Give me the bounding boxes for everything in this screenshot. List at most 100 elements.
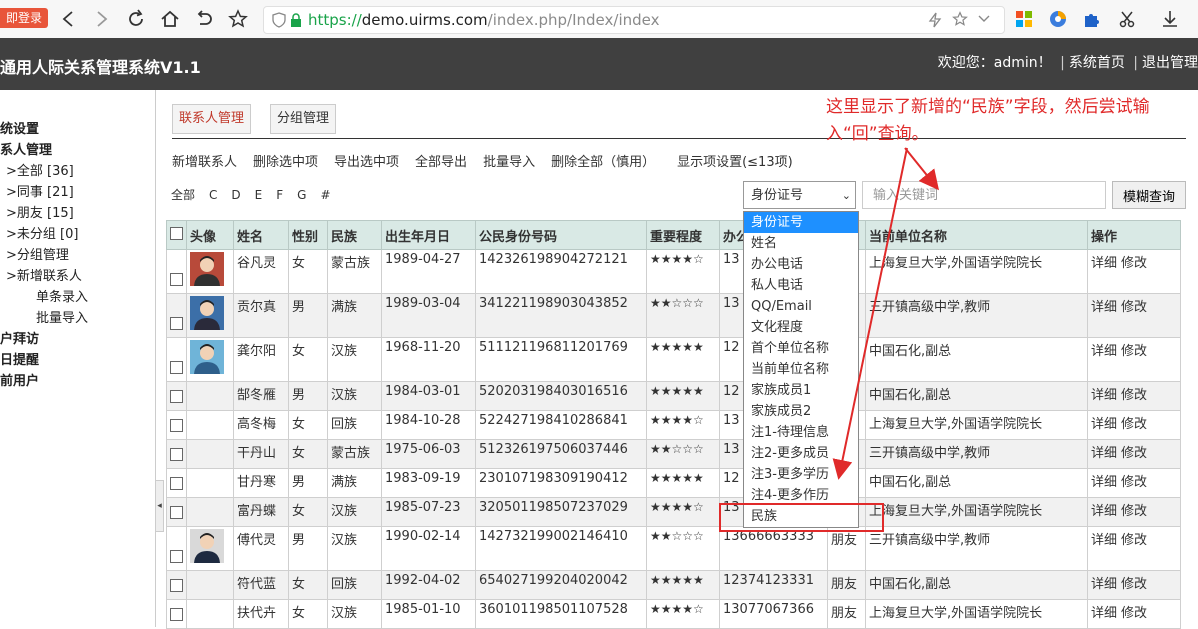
tab-contact-management[interactable]: 联系人管理 — [172, 104, 252, 134]
address-bar[interactable]: https://demo.uirms.com/index.php/Index/i… — [263, 6, 1005, 34]
quick-login-badge[interactable]: 即登录 — [0, 8, 49, 28]
letter-filter-item[interactable]: 全部 — [171, 188, 195, 202]
edit-link[interactable]: 修改 — [1121, 577, 1147, 592]
toolbar-action[interactable]: 显示项设置(≤13项) — [677, 155, 793, 170]
lightning-icon[interactable] — [928, 12, 942, 32]
dropdown-option[interactable]: 注2-更多成员 — [744, 443, 858, 464]
detail-link[interactable]: 详细 — [1091, 504, 1117, 519]
row-checkbox[interactable] — [170, 419, 183, 432]
table-row[interactable]: 龚尔阳女汉族 1968-11-20 511121196811201769 ★★★★★ 1… — [166, 337, 1181, 382]
puzzle-icon[interactable] — [1080, 7, 1104, 31]
toolbar-action[interactable]: 新增联系人 — [172, 155, 237, 170]
letter-filter-item[interactable]: # — [320, 188, 330, 202]
windows-apps-icon[interactable] — [1012, 7, 1036, 31]
chevron-down-icon[interactable] — [978, 13, 990, 28]
sidebar-item[interactable]: 日提醒 — [0, 349, 39, 368]
dropdown-option[interactable]: 私人电话 — [744, 275, 858, 296]
row-checkbox[interactable] — [170, 390, 183, 403]
row-checkbox[interactable] — [170, 477, 183, 490]
letter-filter-item[interactable]: E — [255, 188, 263, 202]
sidebar-item[interactable]: 统设置 — [0, 118, 39, 137]
favorite-icon[interactable] — [952, 11, 968, 31]
forward-icon[interactable] — [90, 7, 114, 31]
sidebar-item[interactable]: 批量导入 — [36, 307, 88, 326]
dropdown-option[interactable]: 文化程度 — [744, 317, 858, 338]
bookmark-star-icon[interactable] — [226, 7, 250, 31]
col-name[interactable]: 姓名 — [233, 220, 289, 250]
dropdown-option[interactable]: 注1-待理信息 — [744, 422, 858, 443]
sidebar-item[interactable]: 系人管理 — [0, 139, 52, 158]
logout-link[interactable]: 退出管理 — [1142, 55, 1198, 71]
dropdown-option[interactable]: 办公电话 — [744, 254, 858, 275]
sidebar-item[interactable]: >未分组 [0] — [6, 223, 78, 242]
edit-link[interactable]: 修改 — [1121, 256, 1147, 271]
sidebar-item[interactable]: >朋友 [15] — [6, 202, 74, 221]
sidebar-item[interactable]: 前用户 — [0, 370, 39, 389]
detail-link[interactable]: 详细 — [1091, 256, 1117, 271]
sidebar-item[interactable]: >同事 [21] — [6, 181, 74, 200]
col-avatar[interactable]: 头像 — [186, 220, 234, 250]
edit-link[interactable]: 修改 — [1121, 504, 1147, 519]
dropdown-option[interactable]: 家族成员1 — [744, 380, 858, 401]
dropdown-option[interactable]: 注3-更多学历 — [744, 464, 858, 485]
fuzzy-search-button[interactable]: 模糊查询 — [1112, 181, 1186, 209]
detail-link[interactable]: 详细 — [1091, 446, 1117, 461]
row-checkbox[interactable] — [170, 448, 183, 461]
download-icon[interactable] — [1158, 7, 1182, 31]
row-checkbox[interactable] — [170, 506, 183, 519]
sidebar-item[interactable]: 单条录入 — [36, 286, 88, 305]
search-field-select[interactable]: 身份证号 ⌄ — [743, 181, 856, 209]
dropdown-option[interactable]: 姓名 — [744, 233, 858, 254]
table-row[interactable]: 扶代卉女汉族 1985-01-10 360101198501107528 ★★★★☆ 1… — [166, 599, 1181, 629]
col-sex[interactable]: 性别 — [288, 220, 328, 250]
table-row[interactable]: 贡尔真男满族 1989-03-04 341221198903043852 ★★☆☆☆ 1… — [166, 293, 1181, 338]
table-row[interactable]: 甘丹寒男满族 1983-09-19 230107198309190412 ★★★★★ 1… — [166, 468, 1181, 498]
toolbar-action[interactable]: 全部导出 — [415, 155, 467, 170]
detail-link[interactable]: 详细 — [1091, 577, 1117, 592]
sidebar-item[interactable]: 户拜访 — [0, 328, 39, 347]
sidebar-item[interactable]: >分组管理 — [6, 244, 69, 263]
keyword-input[interactable] — [862, 181, 1106, 209]
reload-icon[interactable] — [124, 7, 148, 31]
table-row[interactable]: 富丹蝶女汉族 1985-07-23 320501198507237029 ★★★★☆ 1… — [166, 497, 1181, 527]
col-id-number[interactable]: 公民身份号码 — [475, 220, 647, 250]
dropdown-option[interactable]: 身份证号 — [744, 212, 858, 233]
dropdown-option[interactable]: QQ/Email — [744, 296, 858, 317]
toolbar-action[interactable]: 批量导入 — [483, 155, 535, 170]
detail-link[interactable]: 详细 — [1091, 417, 1117, 432]
toolbar-action[interactable]: 删除选中项 — [253, 155, 318, 170]
col-importance[interactable]: 重要程度 — [646, 220, 720, 250]
undo-icon[interactable] — [192, 7, 216, 31]
letter-filter-item[interactable]: F — [276, 188, 283, 202]
detail-link[interactable]: 详细 — [1091, 344, 1117, 359]
detail-link[interactable]: 详细 — [1091, 388, 1117, 403]
home-icon[interactable] — [158, 7, 182, 31]
row-checkbox[interactable] — [170, 608, 183, 621]
row-checkbox[interactable] — [170, 579, 183, 592]
letter-filter-item[interactable]: G — [297, 188, 306, 202]
select-all-checkbox[interactable] — [170, 226, 183, 240]
detail-link[interactable]: 详细 — [1091, 606, 1117, 621]
edit-link[interactable]: 修改 — [1121, 606, 1147, 621]
col-birth[interactable]: 出生年月日 — [381, 220, 476, 250]
row-checkbox[interactable] — [170, 317, 183, 330]
back-icon[interactable] — [56, 7, 80, 31]
letter-filter-item[interactable]: C — [209, 188, 217, 202]
edit-link[interactable]: 修改 — [1121, 475, 1147, 490]
table-row[interactable]: 谷凡灵女蒙古族 1989-04-27 142326198904272121 ★★★★☆… — [166, 249, 1181, 294]
dropdown-option[interactable]: 当前单位名称 — [744, 359, 858, 380]
sidebar-item[interactable]: >全部 [36] — [6, 160, 74, 179]
table-row[interactable]: 郜冬雁男汉族 1984-03-01 520203198403016516 ★★★★★ 1… — [166, 381, 1181, 411]
table-row[interactable]: 符代蓝女回族 1992-04-02 654027199204020042 ★★★★★ 1… — [166, 570, 1181, 600]
row-checkbox[interactable] — [170, 361, 183, 374]
toolbar-action[interactable]: 导出选中项 — [334, 155, 399, 170]
edit-link[interactable]: 修改 — [1121, 344, 1147, 359]
row-checkbox[interactable] — [170, 273, 183, 286]
edit-link[interactable]: 修改 — [1121, 300, 1147, 315]
scissors-icon[interactable] — [1116, 7, 1140, 31]
tab-group-management[interactable]: 分组管理 — [270, 104, 337, 134]
dropdown-option[interactable]: 家族成员2 — [744, 401, 858, 422]
detail-link[interactable]: 详细 — [1091, 300, 1117, 315]
edit-link[interactable]: 修改 — [1121, 417, 1147, 432]
home-link[interactable]: 系统首页 — [1069, 55, 1125, 71]
